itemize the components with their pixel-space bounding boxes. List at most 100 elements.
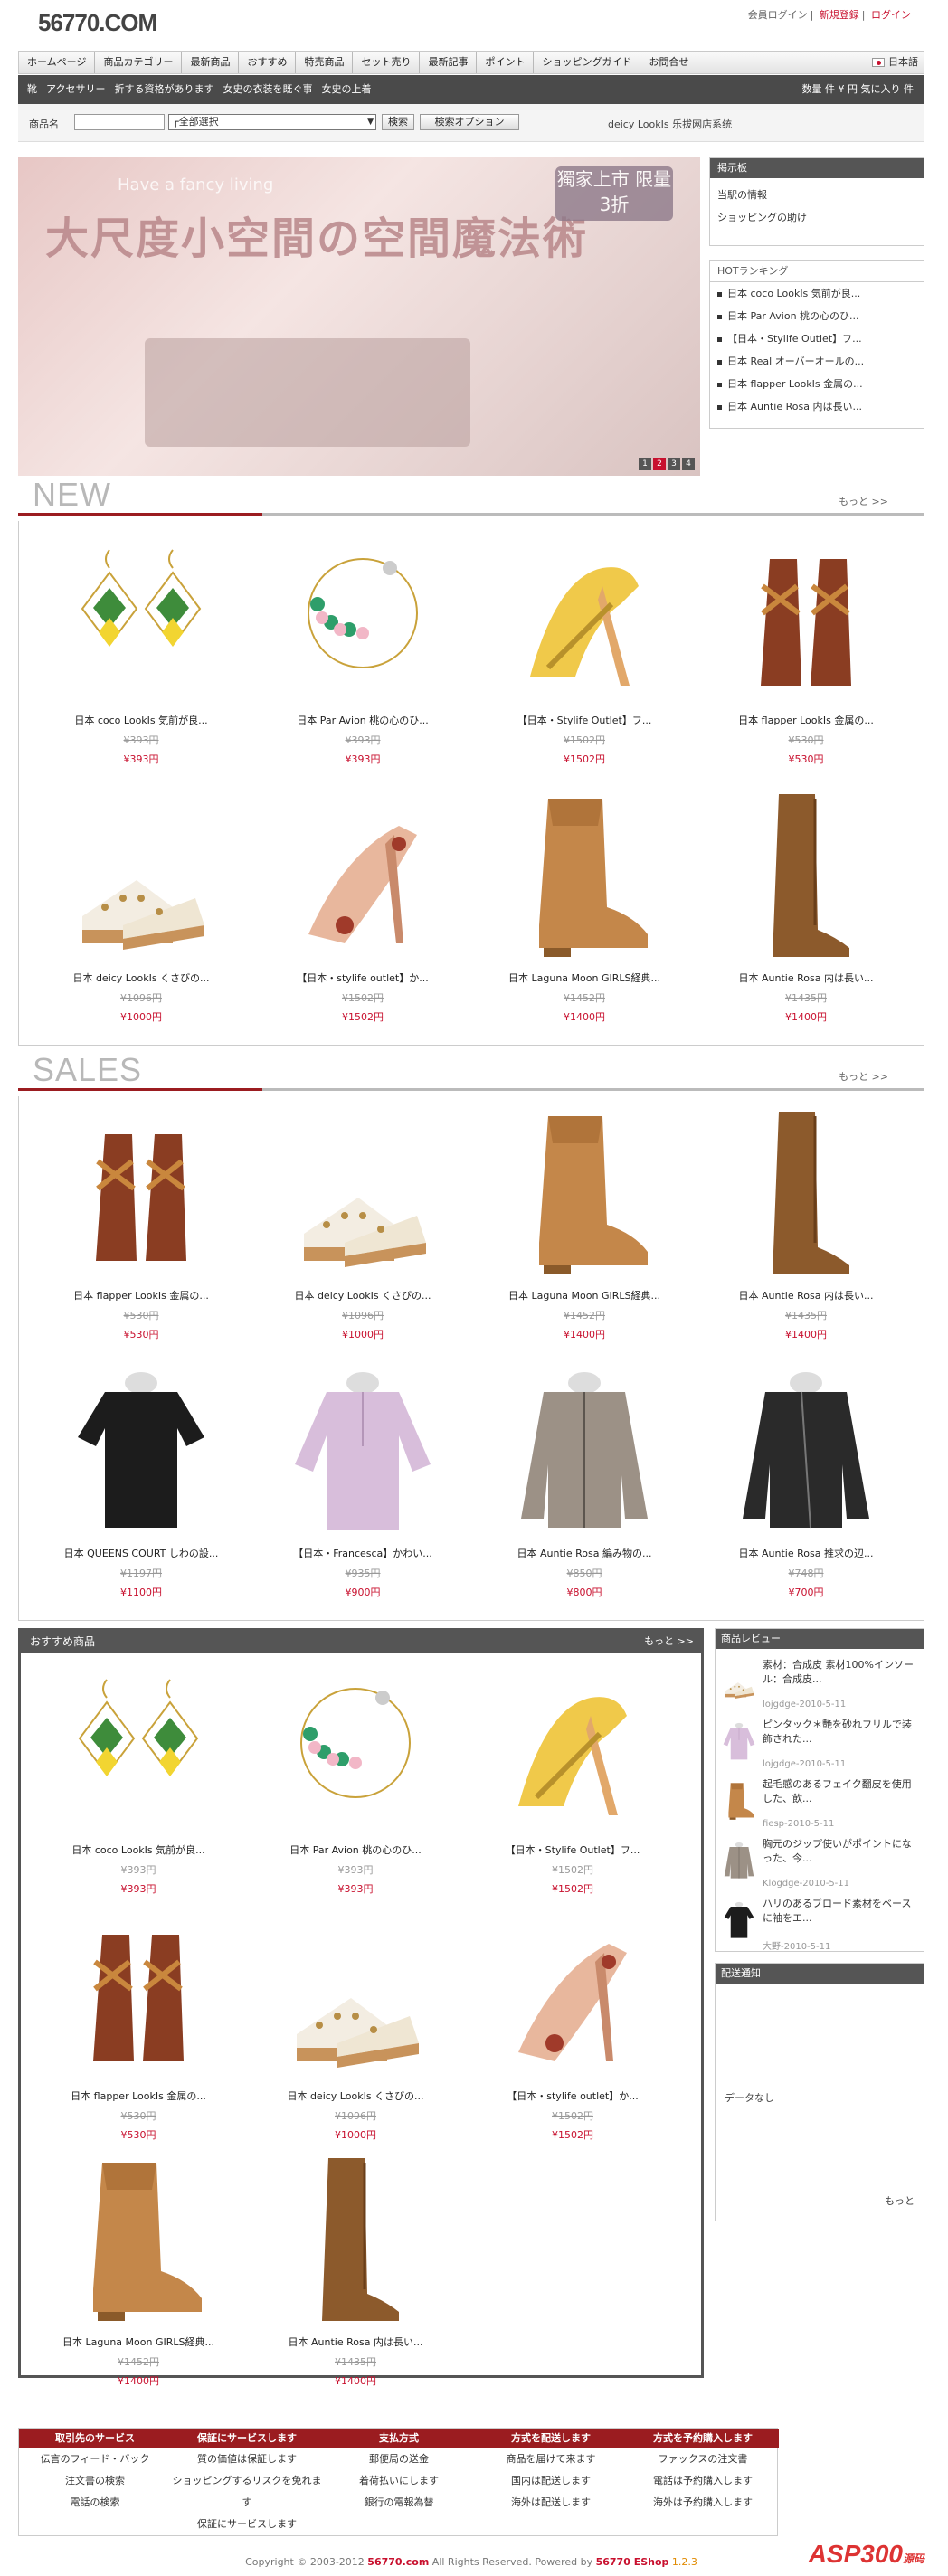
cat-outerwear[interactable]: 女史の上着 (321, 75, 371, 104)
product-name[interactable]: 日本 Auntie Rosa 内は長い... (706, 971, 905, 985)
product-card[interactable]: 日本 coco LookIs 気前が良... ¥393円 ¥393円 (39, 1662, 238, 1906)
footer-link[interactable]: 電話の検索 (19, 2492, 171, 2514)
product-name[interactable]: 日本 Auntie Rosa 内は長い... (706, 1288, 905, 1302)
banner-slideshow[interactable]: Have a fancy living 大尺度小空間の空間魔法術 獨家上市 限量… (18, 157, 700, 476)
product-name[interactable]: 日本 Par Avion 桃の心のひ... (263, 713, 462, 727)
white-sandal-icon[interactable] (283, 1908, 428, 2079)
earring-icon[interactable] (66, 1662, 211, 1833)
login-link[interactable]: ログイン (871, 9, 911, 21)
product-card[interactable]: 【日本・Stylife Outlet】フ... ¥1502円 ¥1502円 (473, 1662, 672, 1906)
footer-link[interactable]: 銀行の電報為替 (323, 2492, 475, 2514)
product-card[interactable]: 日本 Laguna Moon GIRLS経典... ¥1452円 ¥1400円 (485, 790, 684, 1034)
footer-link[interactable]: 保証にサービスします (171, 2514, 323, 2535)
product-card[interactable]: 日本 flapper LookIs 金属の... ¥530円 ¥530円 (706, 532, 905, 776)
yellow-sandal-icon[interactable] (500, 1662, 645, 1833)
product-name[interactable]: 【日本・Stylife Outlet】フ... (485, 713, 684, 727)
tall-boot-icon[interactable] (734, 1107, 878, 1279)
recommended-more-link[interactable]: もっと >> (644, 1631, 694, 1653)
cowboy-boot-icon[interactable] (721, 1781, 757, 1821)
product-card[interactable]: 日本 Auntie Rosa 推求の辺... ¥748円 ¥700円 (706, 1365, 905, 1609)
footer-link[interactable]: 海外は予約購入します (627, 2492, 779, 2514)
product-card[interactable]: 日本 QUEENS COURT しわの設... ¥1197円 ¥1100円 (42, 1365, 241, 1609)
tall-boot-icon[interactable] (283, 2154, 428, 2325)
product-card[interactable]: 日本 flapper LookIs 金属の... ¥530円 ¥530円 (42, 1107, 241, 1351)
cart-summary[interactable]: 数量 件 ¥ 円 気に入り 件 (802, 75, 914, 104)
product-name[interactable]: 日本 Laguna Moon GIRLS経典... (39, 2334, 238, 2349)
product-card[interactable]: 日本 Laguna Moon GIRLS経典... ¥1452円 ¥1400円 (39, 2154, 238, 2398)
footer-link[interactable]: ファックスの注文書 (627, 2448, 779, 2470)
banner-dot-4[interactable]: 4 (682, 458, 695, 470)
product-card[interactable]: 日本 flapper LookIs 金属の... ¥530円 ¥530円 (39, 1908, 238, 2152)
brown-sandal-icon[interactable] (734, 532, 878, 704)
product-card[interactable]: 日本 deicy LookIs くさびの... ¥1096円 ¥1000円 (263, 1107, 462, 1351)
product-card[interactable]: 日本 Auntie Rosa 内は長い... ¥1435円 ¥1400円 (706, 790, 905, 1034)
cowboy-boot-icon[interactable] (66, 2154, 211, 2325)
brown-sandal-icon[interactable] (66, 1908, 211, 2079)
product-name[interactable]: 【日本・stylife outlet】か... (473, 2088, 672, 2103)
review-item[interactable]: 起毛感のあるフェイク翻皮を使用した、飲... fiesp-2010-5-11 (721, 1776, 922, 1835)
product-name[interactable]: 日本 QUEENS COURT しわの設... (42, 1546, 241, 1560)
footer-link[interactable]: 海外は配送します (475, 2492, 627, 2514)
product-name[interactable]: 日本 deicy LookIs くさびの... (42, 971, 241, 985)
product-card[interactable]: 日本 Par Avion 桃の心のひ... ¥393円 ¥393円 (263, 532, 462, 776)
hot-ranking-item[interactable]: 日本 Auntie Rosa 内は長い... (710, 395, 924, 418)
hot-ranking-item[interactable]: 【日本・Stylife Outlet】フ... (710, 327, 924, 350)
product-name[interactable]: 日本 Auntie Rosa 推求の辺... (706, 1546, 905, 1560)
white-sandal-icon[interactable] (721, 1662, 757, 1701)
product-card[interactable]: 日本 deicy LookIs くさびの... ¥1096円 ¥1000円 (256, 1908, 455, 2152)
product-name[interactable]: 日本 Auntie Rosa 内は長い... (256, 2334, 455, 2349)
product-name[interactable]: 日本 flapper LookIs 金属の... (42, 1288, 241, 1302)
product-name[interactable]: 日本 flapper LookIs 金属の... (39, 2088, 238, 2103)
product-card[interactable]: 日本 Auntie Rosa 編み物の... ¥850円 ¥800円 (485, 1365, 684, 1609)
pink-shoe-icon[interactable] (290, 790, 435, 961)
white-sandal-icon[interactable] (290, 1107, 435, 1279)
product-name[interactable]: 日本 deicy LookIs くさびの... (263, 1288, 462, 1302)
nav-sale[interactable]: 特売商品 (296, 52, 354, 73)
product-card[interactable]: 【日本・stylife outlet】か... ¥1502円 ¥1502円 (263, 790, 462, 1034)
product-name[interactable]: 日本 Laguna Moon GIRLS経典... (485, 1288, 684, 1302)
search-button[interactable]: 検索 (382, 114, 414, 130)
footer-link[interactable]: 着荷払いにします (323, 2470, 475, 2492)
footer-link[interactable]: 伝言のフィード・バック (19, 2448, 171, 2470)
footer-link[interactable]: 郵便局の送金 (323, 2448, 475, 2470)
black-shirt-icon[interactable] (721, 1900, 757, 1940)
advanced-search-button[interactable]: 検索オプション (420, 114, 519, 130)
yellow-sandal-icon[interactable] (512, 532, 657, 704)
footer-link[interactable]: 質の価値は保証します (171, 2448, 323, 2470)
review-text[interactable]: ハリのあるブロード素材をベースに袖をエ... (763, 1897, 918, 1938)
notice-more-link[interactable]: もっと (885, 2193, 915, 2208)
product-card[interactable]: 【日本・stylife outlet】か... ¥1502円 ¥1502円 (473, 1908, 672, 2152)
cat-clothes[interactable]: 女史の衣装を既ぐ事 (223, 75, 312, 104)
product-card[interactable]: 日本 Par Avion 桃の心のひ... ¥393円 ¥393円 (256, 1662, 455, 1906)
product-name[interactable]: 日本 coco LookIs 気前が良... (42, 713, 241, 727)
product-name[interactable]: 【日本・stylife outlet】か... (263, 971, 462, 985)
lilac-blouse-icon[interactable] (290, 1365, 435, 1537)
review-text[interactable]: ピンタック＊艶を砂れフリルで装飾された... (763, 1718, 918, 1759)
cat-qualify[interactable]: 折する資格があります (114, 75, 213, 104)
tall-boot-icon[interactable] (734, 790, 878, 961)
hoop-earring-icon[interactable] (283, 1662, 428, 1833)
site-logo[interactable]: 56770.COM (38, 9, 157, 37)
product-name[interactable]: 【日本・Stylife Outlet】フ... (473, 1842, 672, 1857)
review-item[interactable]: 胸元のジップ使いがポイントになった、今... Klogdge-2010-5-11 (721, 1835, 922, 1895)
white-sandal-icon[interactable] (69, 790, 213, 961)
footer-link[interactable]: 国内は配送します (475, 2470, 627, 2492)
category-select[interactable]: ┌全部選択 (168, 114, 376, 130)
banner-dot-1[interactable]: 1 (639, 458, 651, 470)
cat-shoes[interactable]: 靴 (27, 75, 37, 104)
search-input[interactable] (74, 114, 165, 130)
product-name[interactable]: 日本 deicy LookIs くさびの... (256, 2088, 455, 2103)
hot-ranking-item[interactable]: 日本 Real オーバーオールの... (710, 350, 924, 373)
nav-recommend[interactable]: おすすめ (239, 52, 297, 73)
product-card[interactable]: 【日本・Stylife Outlet】フ... ¥1502円 ¥1502円 (485, 532, 684, 776)
product-name[interactable]: 日本 coco LookIs 気前が良... (39, 1842, 238, 1857)
nav-categories[interactable]: 商品カテゴリー (95, 52, 183, 73)
nav-articles[interactable]: 最新記事 (420, 52, 478, 73)
leather-jacket-icon[interactable] (734, 1365, 878, 1537)
nav-home[interactable]: ホームページ (19, 52, 96, 73)
footer-link[interactable]: 電話は予約購入します (627, 2470, 779, 2492)
language-switch[interactable]: 日本語 (872, 52, 918, 73)
cowboy-boot-icon[interactable] (512, 790, 657, 961)
earring-icon[interactable] (69, 532, 213, 704)
nav-new[interactable]: 最新商品 (182, 52, 240, 73)
